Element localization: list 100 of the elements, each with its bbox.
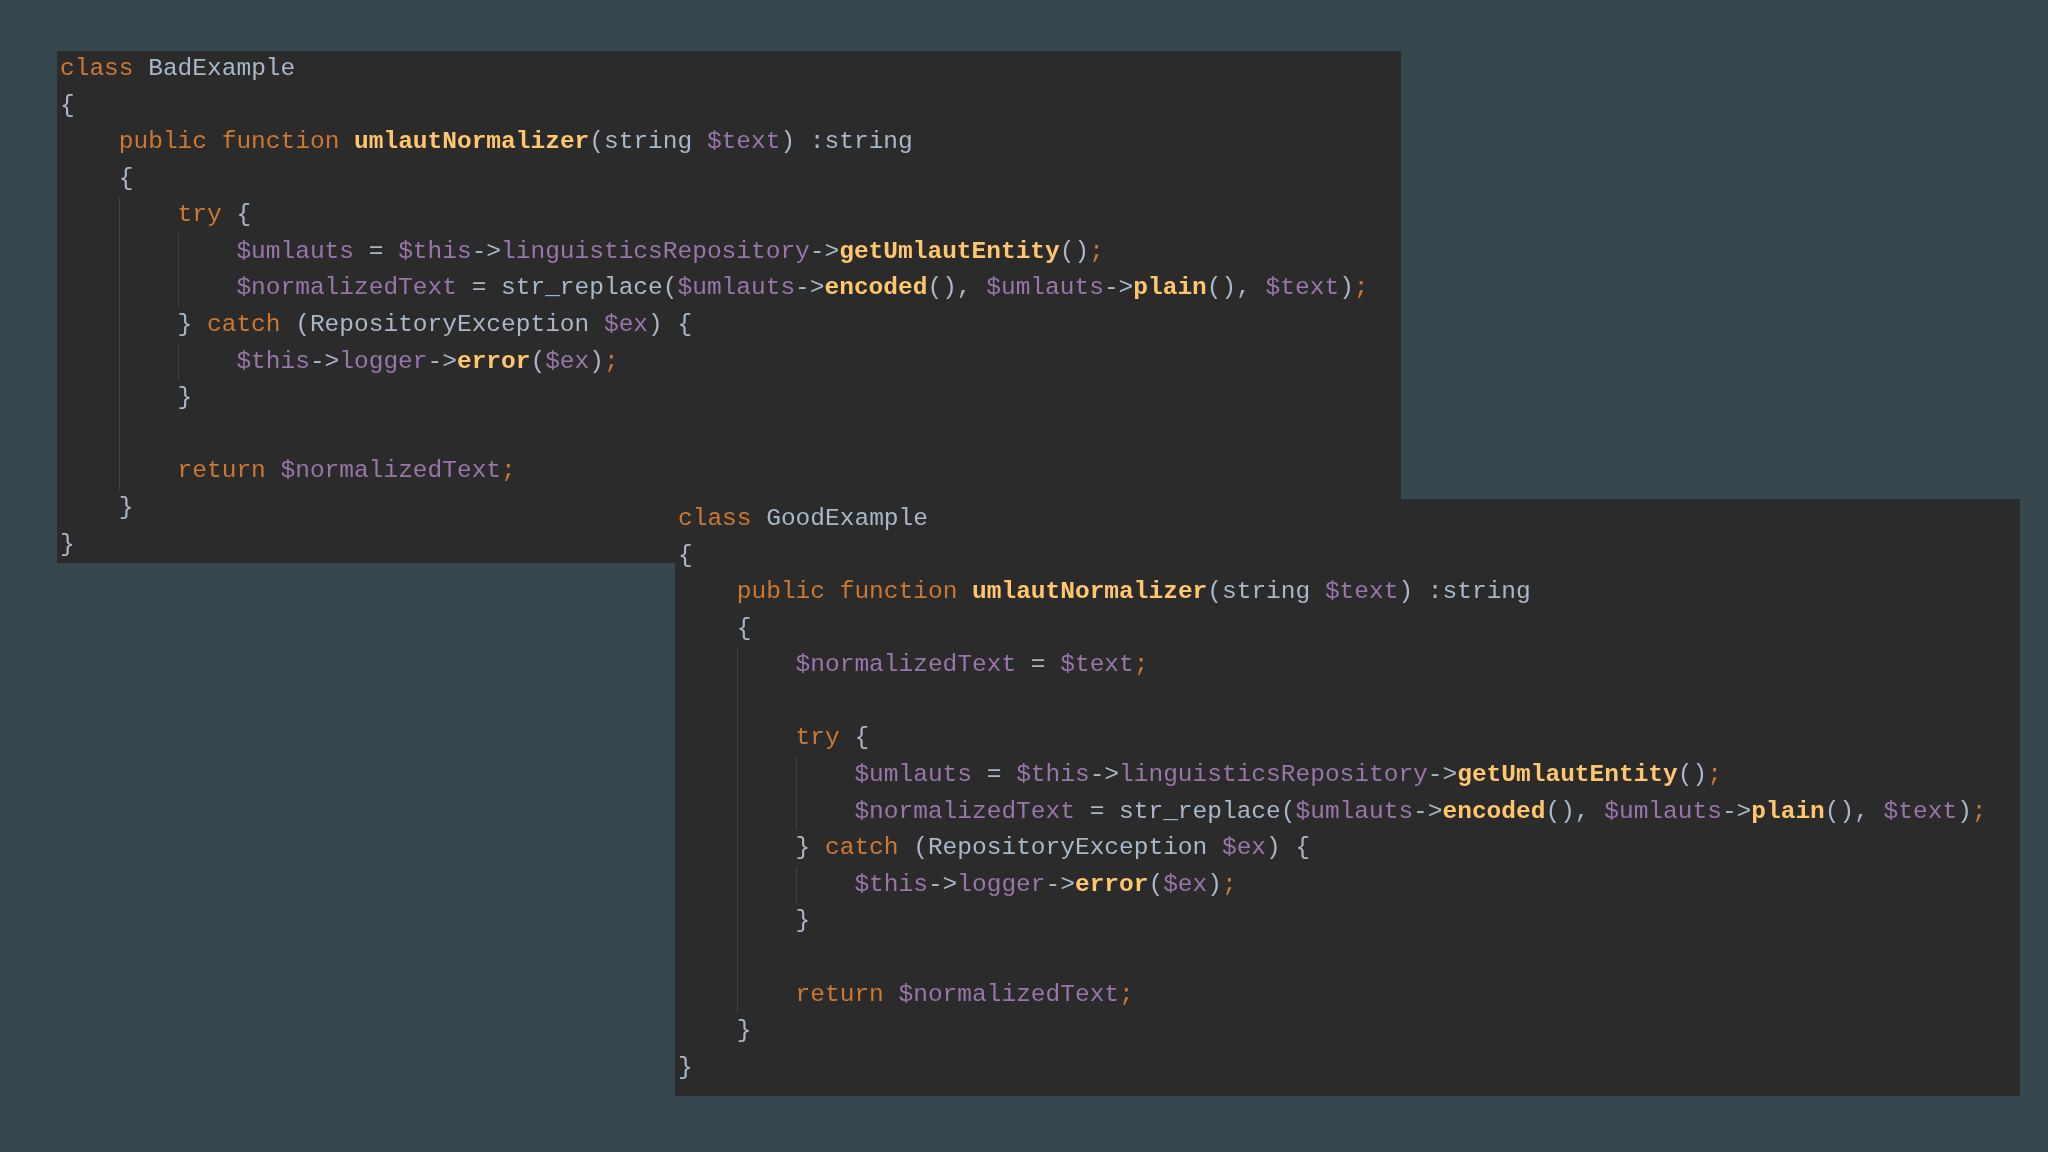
code-text: (RepositoryException	[294, 310, 591, 341]
code-function: error	[1074, 869, 1149, 900]
code-text: (),	[1545, 796, 1591, 827]
code-variable: $umlauts	[1604, 796, 1722, 827]
code-keyword: catch	[207, 310, 281, 341]
code-variable: $this	[854, 869, 928, 900]
code-keyword: try	[177, 200, 222, 231]
code-text: GoodExample	[765, 503, 928, 534]
code-variable: $normalizedText	[795, 650, 1017, 681]
code-text: ->	[427, 346, 457, 377]
code-text: )	[1207, 869, 1222, 900]
code-keyword: class	[60, 53, 134, 84]
code-text: ()	[1059, 236, 1090, 267]
code-variable: $this	[1016, 760, 1090, 791]
code-variable: $ex	[545, 346, 590, 377]
code-text: ->	[1427, 760, 1458, 791]
code-text: ->	[1045, 869, 1075, 900]
code-punctuation: ;	[603, 346, 619, 377]
code-punctuation: ;	[1353, 273, 1369, 304]
code-variable: $normalizedText	[236, 273, 457, 304]
code-keyword: try	[795, 723, 840, 754]
code-text: {	[853, 723, 870, 754]
code-text: ->	[1721, 796, 1752, 827]
code-text: =	[985, 760, 1003, 791]
code-variable: $umlauts	[677, 273, 796, 304]
code-variable: linguisticsRepository	[501, 236, 810, 267]
code-keyword: catch	[825, 833, 899, 864]
code-function: plain	[1751, 796, 1825, 827]
code-keyword: class	[678, 503, 752, 534]
code-function: getUmlautEntity	[839, 236, 1060, 267]
code-text: }	[177, 383, 193, 414]
code-keyword: return	[795, 979, 885, 1010]
code-text: }	[60, 529, 75, 560]
code-text: ()	[1677, 760, 1708, 791]
code-text: ) :string	[1398, 577, 1531, 608]
code-keyword: return	[177, 456, 267, 487]
code-text: )	[589, 346, 604, 377]
code-variable: $text	[1324, 577, 1399, 608]
code-text: ->	[1103, 273, 1134, 304]
code-text: ->	[795, 273, 825, 304]
code-text: (string	[589, 127, 694, 158]
code-text: ->	[309, 346, 340, 377]
code-text: BadExample	[147, 53, 296, 84]
code-text: = str_replace(	[470, 273, 678, 304]
code-punctuation: ;	[501, 456, 516, 487]
code-variable: $umlauts	[854, 760, 972, 791]
code-text: }	[118, 493, 134, 524]
code-punctuation: ;	[1707, 760, 1722, 791]
code-text: {	[736, 613, 752, 644]
code-function: plain	[1133, 273, 1207, 304]
code-variable: $umlauts	[236, 236, 354, 267]
code-punctuation: ;	[1133, 650, 1149, 681]
code-text: }	[678, 1052, 693, 1083]
code-text: ->	[809, 236, 840, 267]
code-function: getUmlautEntity	[1457, 760, 1678, 791]
code-variable: $umlauts	[1295, 796, 1414, 827]
code-text: (),	[1206, 273, 1252, 304]
code-text: = str_replace(	[1088, 796, 1296, 827]
code-text: ->	[471, 236, 502, 267]
code-text: {	[118, 163, 134, 194]
code-variable: $ex	[1163, 869, 1208, 900]
code-variable: $text	[706, 127, 781, 158]
code-function: encoded	[824, 273, 928, 304]
code-variable: linguisticsRepository	[1119, 760, 1428, 791]
code-text: (	[530, 346, 546, 377]
code-function: error	[456, 346, 531, 377]
code-text: {	[235, 200, 252, 231]
code-text: ->	[1089, 760, 1120, 791]
code-variable: $text	[1883, 796, 1958, 827]
code-variable: $text	[1265, 273, 1340, 304]
code-function: umlautNormalizer	[354, 127, 590, 158]
code-function: encoded	[1442, 796, 1546, 827]
code-text: )	[1339, 273, 1354, 304]
code-text: {	[60, 90, 75, 121]
code-text: =	[367, 236, 385, 267]
code-text: ->	[1413, 796, 1443, 827]
code-variable: $text	[1060, 650, 1134, 681]
code-variable: logger	[957, 869, 1046, 900]
code-text: (RepositoryException	[912, 833, 1209, 864]
code-punctuation: ;	[1221, 869, 1237, 900]
code-text: }	[795, 833, 812, 864]
code-punctuation: ;	[1089, 236, 1104, 267]
code-text: }	[177, 310, 194, 341]
code-variable: $normalizedText	[854, 796, 1075, 827]
code-text: }	[736, 1016, 752, 1047]
code-text: (	[1148, 869, 1164, 900]
code-variable: $ex	[603, 310, 649, 341]
code-keyword: public function	[118, 127, 341, 158]
code-punctuation: ;	[1971, 796, 1987, 827]
code-keyword: public function	[736, 577, 959, 608]
code-text: (string	[1207, 577, 1312, 608]
code-variable: $this	[398, 236, 472, 267]
code-text: ) {	[1266, 833, 1311, 864]
code-text: =	[1029, 650, 1047, 681]
code-text: ) {	[648, 310, 693, 341]
code-text: )	[1957, 796, 1972, 827]
code-variable: logger	[339, 346, 428, 377]
code-variable: $umlauts	[986, 273, 1104, 304]
code-text: ) :string	[780, 127, 913, 158]
code-text: }	[795, 906, 811, 937]
